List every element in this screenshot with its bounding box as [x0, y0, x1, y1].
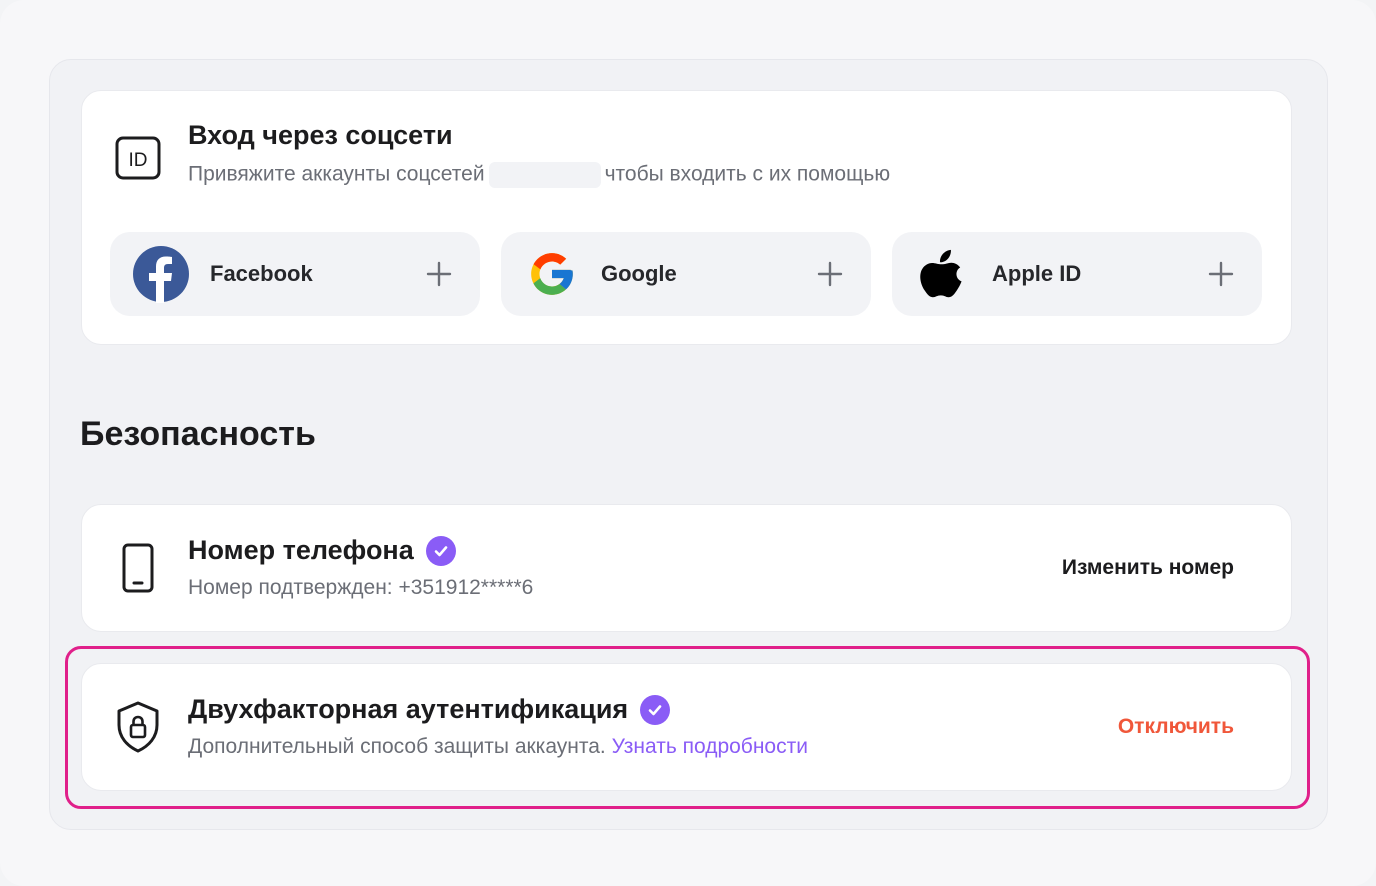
connect-apple-button[interactable]: Apple ID [892, 232, 1262, 316]
phone-subtitle: Номер подтвержден: +351912*****6 [188, 576, 534, 599]
google-icon [523, 245, 581, 303]
verified-check-icon [640, 694, 671, 725]
google-label: Google [601, 261, 677, 286]
phone-title-text: Номер телефона [188, 535, 414, 565]
connect-facebook-button[interactable]: Facebook [110, 232, 480, 316]
facebook-icon [132, 245, 190, 303]
social-subtitle-end: чтобы входить с их помощью [604, 162, 891, 186]
phone-icon [114, 543, 162, 593]
plus-icon [815, 259, 845, 289]
social-login-title-text: Вход через соцсети [188, 120, 453, 150]
two-factor-card [81, 663, 1292, 791]
two-factor-title-text: Двухфакторная аутентификация [188, 694, 629, 724]
social-login-title: Вход через соцсети [188, 120, 453, 151]
apple-icon [914, 245, 972, 303]
social-login-subtitle: Привяжите аккаунты соцсетей чтобы входить… [188, 162, 890, 188]
learn-more-link[interactable]: Узнать подробности [612, 735, 808, 758]
security-section-title: Безопасность [80, 415, 316, 453]
two-factor-title: Двухфакторная аутентификация [188, 694, 671, 725]
two-factor-subtitle-text: Дополнительный способ защиты аккаунта. [188, 735, 606, 758]
svg-text:ID: ID [129, 150, 148, 171]
verified-check-icon [425, 535, 456, 566]
social-subtitle-start: Привяжите аккаунты соцсетей [188, 162, 485, 186]
two-factor-subtitle: Дополнительный способ защиты аккаунта. У… [188, 735, 808, 759]
redacted-brand-name [488, 162, 601, 188]
shield-lock-icon [114, 701, 162, 753]
plus-icon [1206, 259, 1236, 289]
plus-icon [424, 259, 454, 289]
disable-two-factor-button[interactable]: Отключить [1118, 715, 1234, 739]
apple-label: Apple ID [992, 261, 1082, 286]
connect-google-button[interactable]: Google [501, 232, 871, 316]
id-card-icon: ID [114, 134, 162, 182]
change-number-button[interactable]: Изменить номер [1062, 556, 1234, 580]
phone-title: Номер телефона [188, 535, 456, 566]
facebook-label: Facebook [210, 261, 313, 286]
